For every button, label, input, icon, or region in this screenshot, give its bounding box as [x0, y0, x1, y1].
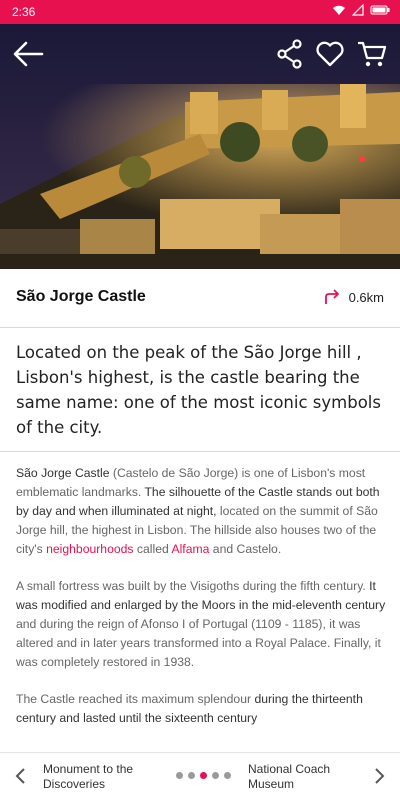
inline-link[interactable]: Alfama	[171, 542, 209, 556]
pager-dot[interactable]	[224, 772, 231, 779]
signal-icon	[352, 4, 364, 16]
heart-icon	[316, 41, 344, 67]
chevron-left-icon	[15, 768, 25, 784]
chevron-right-icon	[375, 768, 385, 784]
distance-indicator[interactable]: 0.6km	[323, 289, 384, 305]
wifi-icon	[333, 5, 345, 15]
lead-text: Located on the peak of the São Jorge hil…	[16, 343, 381, 437]
bottom-navigation: Monument to the Discoveries National Coa…	[0, 752, 400, 801]
pager-dot[interactable]	[188, 772, 195, 779]
paragraph-text: A small fortress was built by the Visigo…	[16, 579, 370, 593]
prev-attraction-link[interactable]: Monument to the Discoveries	[43, 762, 163, 792]
favorite-button[interactable]	[312, 36, 348, 72]
description-paragraph: A small fortress was built by the Visigo…	[16, 577, 386, 672]
description-paragraph: The Castle reached its maximum splendour…	[16, 690, 386, 728]
distance-value: 0.6km	[348, 289, 384, 305]
divider	[0, 451, 400, 452]
inline-link[interactable]: neighbourhoods	[46, 542, 133, 556]
description-paragraph: São Jorge Castle (Castelo de São Jorge) …	[16, 464, 386, 559]
paragraph-text: called	[133, 542, 172, 556]
hero-image	[0, 24, 400, 269]
pager-dots	[176, 772, 231, 779]
description-body: São Jorge Castle (Castelo de São Jorge) …	[16, 464, 386, 746]
status-bar: 2:36	[0, 0, 400, 24]
next-button[interactable]	[374, 765, 386, 792]
emphasis-text: São Jorge Castle	[16, 466, 110, 480]
back-arrow-icon	[13, 41, 44, 67]
share-button[interactable]	[272, 36, 308, 72]
route-arrow-icon	[324, 289, 339, 304]
share-icon	[277, 39, 302, 69]
next-attraction-link[interactable]: National Coach Museum	[248, 762, 358, 792]
cart-icon	[358, 41, 387, 67]
pager-dot[interactable]	[212, 772, 219, 779]
pager-dot[interactable]	[176, 772, 183, 779]
title-bar: São Jorge Castle 0.6km	[0, 269, 400, 328]
battery-icon	[370, 5, 390, 15]
cart-button[interactable]	[354, 36, 390, 72]
paragraph-text: and Castelo.	[209, 542, 282, 556]
status-time: 2:36	[12, 5, 36, 19]
page-title: São Jorge Castle	[16, 288, 146, 305]
paragraph-text: and during the reign of Afonso I of Port…	[16, 617, 381, 669]
back-button[interactable]	[10, 36, 46, 72]
pager-dot[interactable]	[200, 772, 207, 779]
status-icons	[332, 4, 390, 16]
prev-button[interactable]	[14, 765, 26, 792]
paragraph-text: The Castle reached its maximum splendour	[16, 692, 255, 706]
